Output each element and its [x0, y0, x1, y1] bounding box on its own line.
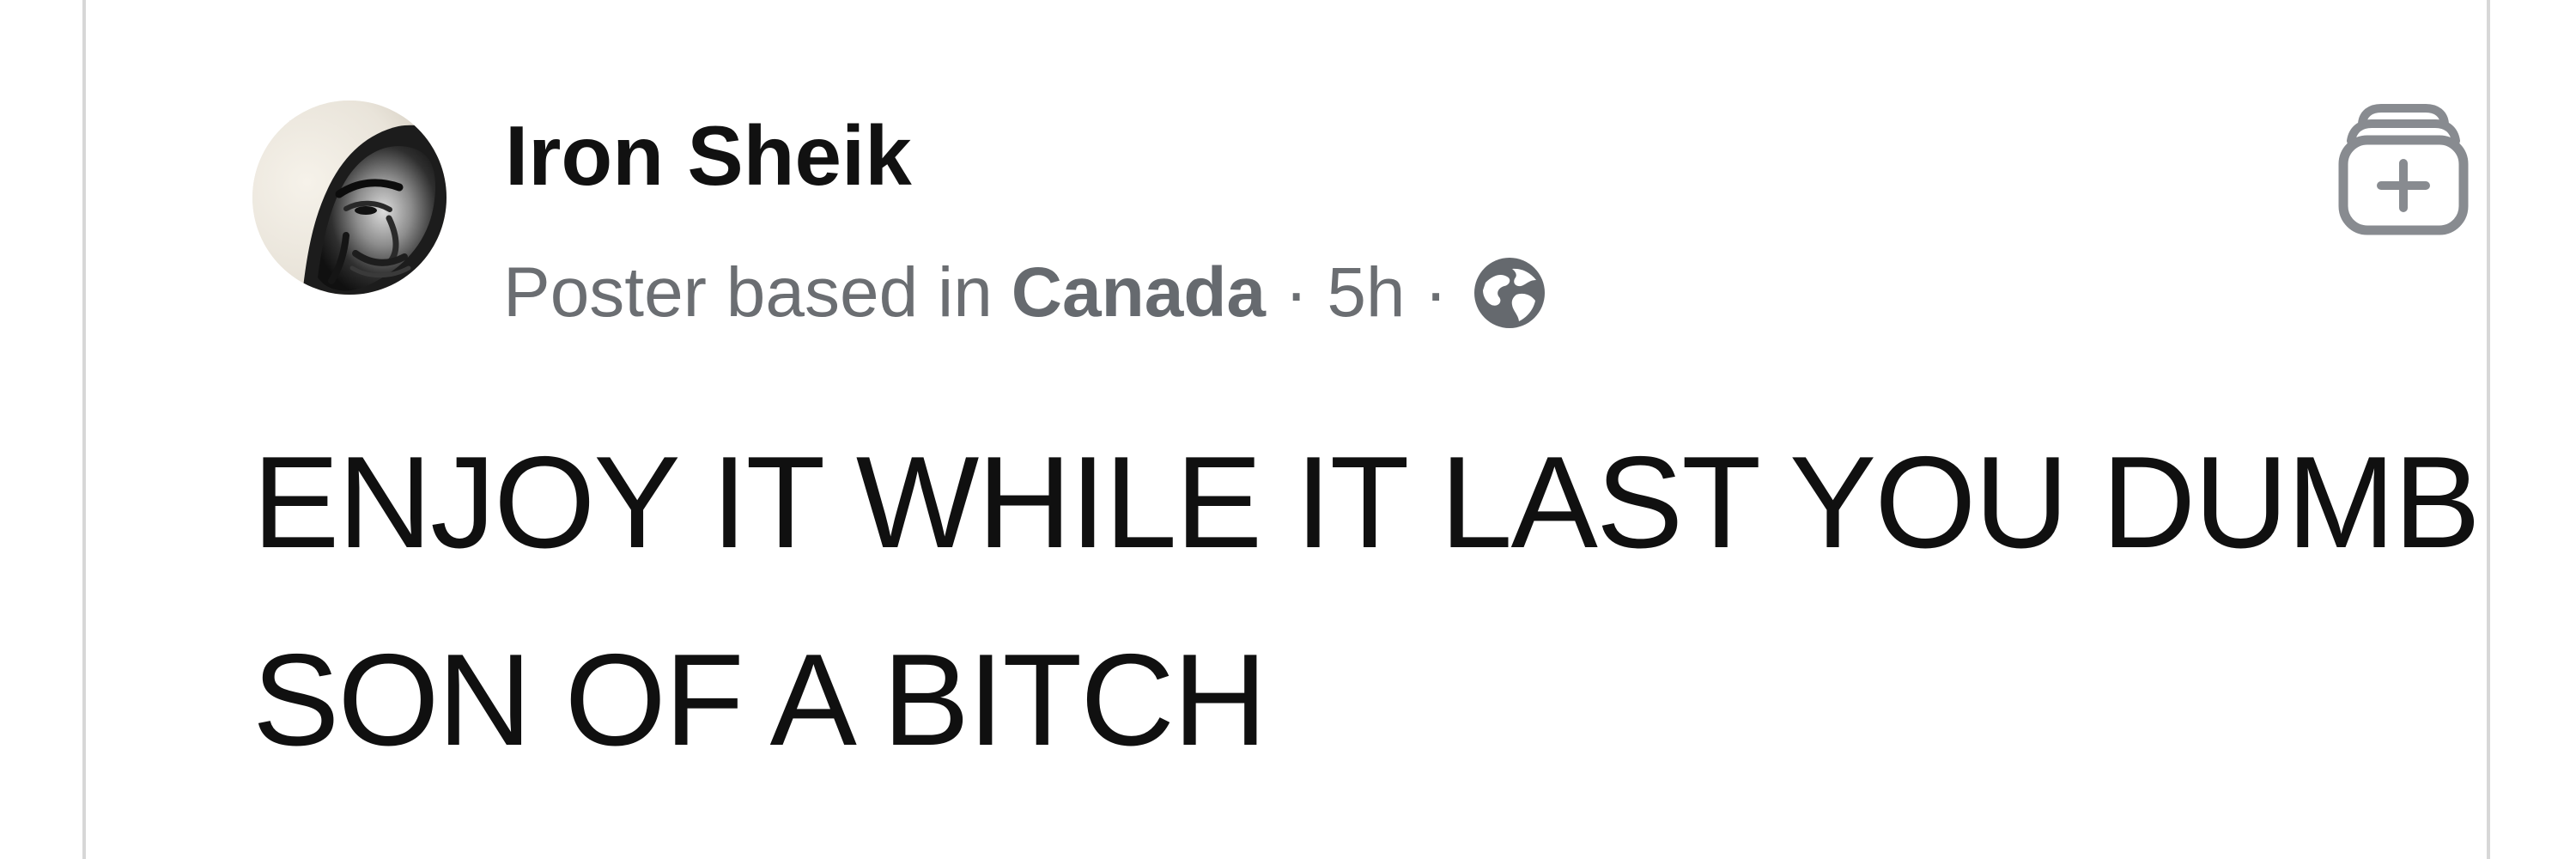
post-card: Iron Sheik Poster based in Canada · 5h ·…	[82, 0, 2490, 859]
post-timestamp[interactable]: 5h	[1327, 250, 1405, 336]
post-meta: Poster based in Canada · 5h ·	[503, 246, 1551, 340]
author-avatar[interactable]	[252, 101, 447, 295]
avatar-photo	[252, 101, 447, 295]
author-name[interactable]: Iron Sheik	[505, 105, 912, 206]
save-to-collection-button[interactable]	[2334, 101, 2473, 239]
stacked-card-add-icon	[2338, 104, 2469, 235]
meta-separator: ·	[1285, 253, 1309, 332]
globe-icon[interactable]	[1468, 252, 1551, 334]
post-text: ENJOY IT WHILE IT LAST YOU DUMB SON OF A…	[252, 430, 2481, 773]
location-prefix: Poster based in	[503, 253, 993, 332]
meta-separator: ·	[1424, 253, 1448, 332]
location-country: Canada	[1011, 253, 1267, 332]
